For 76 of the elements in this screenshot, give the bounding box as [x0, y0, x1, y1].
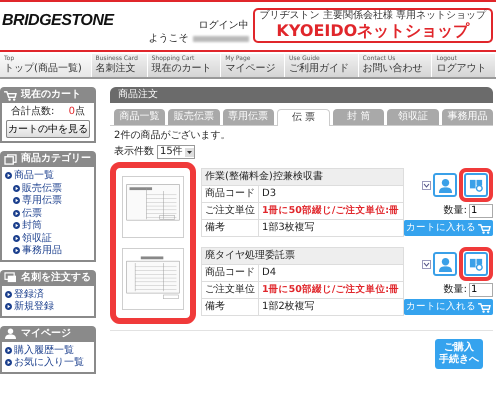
field-label: 備考 — [202, 298, 258, 316]
category-link[interactable]: 領収証 — [22, 232, 52, 244]
bullet-icon — [13, 184, 20, 192]
category-link[interactable]: お気に入り一覧 — [14, 357, 84, 368]
person-icon — [4, 328, 17, 339]
section-title: 商品カテゴリー — [21, 153, 91, 165]
page-title: 商品注文 — [110, 87, 493, 103]
favorite-button[interactable] — [433, 252, 457, 276]
bullet-icon — [13, 197, 20, 204]
field-value: 1冊に50部綴じ/ご注文単位:冊 — [258, 202, 404, 220]
category-link[interactable]: 販売伝票 — [22, 182, 62, 194]
field-value: 1冊に50部綴じ/ご注文単位:冊 — [258, 282, 404, 298]
windows-icon — [4, 154, 17, 164]
blurred-text — [192, 36, 249, 42]
dropdown-icon[interactable] — [422, 180, 431, 190]
per-page-label: 表示件数 — [114, 146, 154, 158]
brand-logo[interactable]: BRIDGESTONE — [2, 12, 114, 30]
book-icon — [468, 178, 484, 192]
section-title: マイページ — [21, 328, 71, 340]
section-title: 名刺を注文する — [21, 272, 91, 284]
category-tab[interactable]: 伝 票 — [276, 109, 330, 126]
cart-icon — [4, 90, 17, 100]
bullet-icon — [13, 247, 20, 254]
field-value: D4 — [258, 264, 404, 282]
product-name: 作業(整備料金)控兼検収書 — [202, 168, 404, 186]
quantity-label: 数量: — [444, 284, 467, 296]
category-link[interactable]: 購入履歴一覧 — [14, 344, 74, 356]
shop-banner[interactable]: ブリヂストン 主要関係会社様 専用ネットショップ KYOEIDOネットショップ — [252, 8, 493, 43]
view-cart-button[interactable]: カートの中を見る — [6, 120, 90, 138]
welcome-text: ようこそ — [148, 33, 189, 44]
quantity-label: 数量: — [444, 205, 467, 217]
dropdown-arrow-icon — [184, 148, 194, 156]
quantity-field[interactable]: 1 — [469, 283, 493, 297]
bullet-icon — [13, 210, 20, 217]
card-icon — [4, 272, 17, 283]
field-label: 商品コード — [202, 186, 258, 202]
login-status: ログイン中 — [198, 20, 249, 31]
dropdown-icon[interactable] — [422, 260, 431, 268]
product-name: 廃タイヤ処理委託票 — [202, 248, 404, 264]
field-label: 備考 — [202, 220, 258, 236]
bullet-icon — [5, 290, 12, 298]
field-label: 商品コード — [202, 264, 258, 282]
category-link[interactable]: 伝票 — [22, 208, 42, 219]
category-link[interactable]: 事務用品 — [22, 245, 62, 256]
book-icon — [468, 256, 484, 272]
quantity-field[interactable]: 1 — [469, 204, 493, 218]
bullet-icon — [5, 346, 12, 354]
cart-icon — [478, 222, 491, 234]
bullet-icon — [13, 234, 20, 242]
favorite-button[interactable] — [433, 173, 457, 197]
bullet-icon — [5, 303, 12, 310]
field-label: ご注文単位 — [202, 202, 258, 220]
result-count: 2件の商品がございます。 — [114, 130, 232, 142]
person-icon — [438, 256, 452, 272]
field-value: 1部3枚複写 — [258, 220, 404, 236]
per-page-select[interactable]: 15件 — [157, 145, 195, 159]
total-count: 0点 — [68, 106, 85, 118]
zoom-button[interactable] — [464, 173, 488, 197]
bullet-icon — [13, 222, 20, 230]
bullet-icon — [5, 359, 12, 366]
total-label: 合計点数: — [11, 106, 54, 118]
category-link[interactable]: 新規登録 — [14, 301, 54, 312]
category-link[interactable]: 封筒 — [22, 220, 42, 232]
section-title: 現在のカート — [21, 89, 81, 101]
field-label: ご注文単位 — [202, 282, 258, 298]
shop-name: KYOEIDOネットショップ — [276, 22, 470, 40]
category-link[interactable]: 登録済 — [14, 288, 44, 300]
bullet-icon — [5, 172, 12, 180]
zoom-button[interactable] — [464, 252, 488, 276]
category-link[interactable]: 商品一覧 — [14, 170, 54, 182]
field-value: 1部2枚複写 — [258, 298, 404, 316]
cart-icon — [478, 302, 491, 312]
category-link[interactable]: 専用伝票 — [22, 195, 62, 206]
person-icon — [438, 178, 452, 192]
field-value: D3 — [258, 186, 404, 202]
shop-caption: ブリヂストン 主要関係会社様 専用ネットショップ — [260, 10, 486, 22]
